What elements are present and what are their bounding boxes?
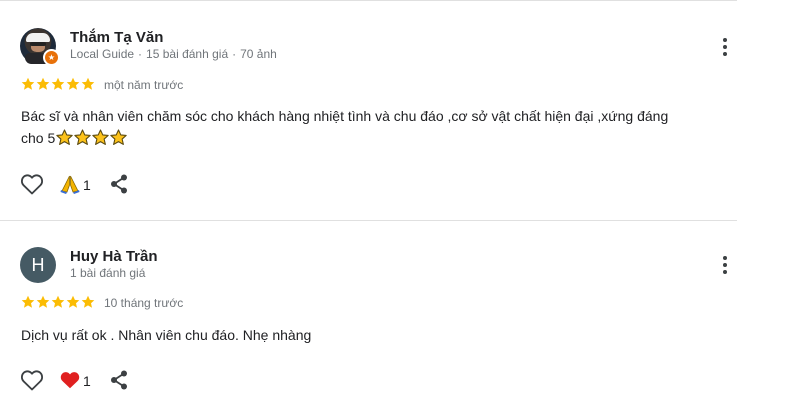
reaction-count: 1 (83, 373, 91, 389)
local-guide-label: Local Guide (70, 47, 135, 61)
star-rating (21, 77, 95, 91)
star-icon (51, 295, 65, 308)
review-count: 1 bài đánh giá (70, 266, 146, 280)
review-time: một năm trước (104, 78, 184, 92)
folded-hands-emoji-icon (60, 175, 80, 194)
reviewer-meta: Local Guide · 15 bài đánh giá · 70 ảnh (70, 47, 277, 61)
star-rating (21, 295, 95, 309)
red-heart-emoji-icon (60, 372, 80, 389)
reviewer-meta: 1 bài đánh giá (70, 266, 145, 280)
star-icon (21, 77, 35, 90)
star-icon (66, 77, 80, 90)
share-icon (111, 370, 127, 390)
reviewer-name[interactable]: Thắm Tạ Văn (70, 29, 163, 46)
review-card: H Huy Hà Trần 1 bài đánh giá 10 tháng tr… (0, 221, 792, 416)
star-emojis (55, 129, 127, 146)
share-button[interactable] (108, 173, 130, 200)
star-emoji-icon (92, 129, 109, 145)
review-time: 10 tháng trước (104, 296, 184, 310)
reviewer-name[interactable]: Huy Hà Trần (70, 248, 158, 265)
reaction-button[interactable] (59, 173, 81, 200)
like-button[interactable] (20, 369, 44, 396)
like-button[interactable] (20, 173, 44, 200)
review-text: Bác sĩ và nhân viên chăm sóc cho khách h… (21, 108, 669, 146)
star-icon (81, 77, 95, 90)
star-icon (21, 295, 35, 308)
local-guide-badge-icon: ★ (43, 49, 60, 66)
star-icon (51, 77, 65, 90)
review-count: 15 bài đánh giá (146, 47, 229, 61)
review-card: ★ Thắm Tạ Văn Local Guide · 15 bài đánh gi… (0, 0, 792, 220)
heart-outline-icon (20, 370, 44, 391)
avatar[interactable]: ★ (20, 28, 60, 66)
avatar[interactable]: H (20, 247, 56, 283)
share-button[interactable] (108, 369, 130, 396)
star-icon (36, 295, 50, 308)
more-options-button[interactable] (716, 36, 734, 58)
reaction-count: 1 (83, 177, 91, 193)
star-emoji-icon (110, 129, 127, 145)
heart-outline-icon (20, 174, 44, 195)
star-icon (81, 295, 95, 308)
review-text: Dịch vụ rất ok . Nhân viên chu đáo. Nhẹ … (21, 327, 312, 343)
star-icon (36, 77, 50, 90)
photo-count: 70 ảnh (240, 47, 277, 61)
star-emoji-icon (56, 129, 73, 145)
share-icon (111, 174, 127, 194)
more-options-button[interactable] (716, 254, 734, 276)
reaction-button[interactable] (59, 369, 81, 396)
star-icon (66, 295, 80, 308)
star-emoji-icon (74, 129, 91, 145)
